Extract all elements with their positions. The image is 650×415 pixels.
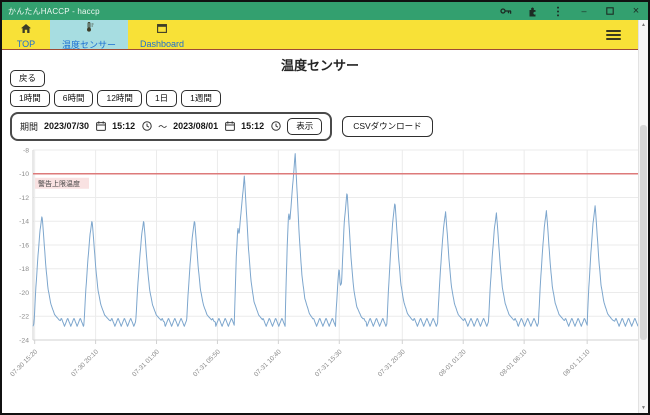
y-axis-tick-label: -18 [19,266,29,273]
start-time-field[interactable]: 15:12 [112,121,135,131]
end-time-field[interactable]: 15:12 [241,121,264,131]
temperature-chart[interactable]: -8 -10 -12 -14 -16 -18 -20 -22 -24 07-30 15:20 07-… [6,142,642,402]
calendar-icon[interactable] [95,121,106,132]
close-button[interactable]: × [630,5,642,17]
x-axis-tick-label: 07-31 05:50 [192,348,222,378]
range-button-1d[interactable]: 1日 [146,90,177,107]
page-title: 温度センサー [2,55,638,74]
maximize-button[interactable] [604,5,616,17]
x-axis-tick-label: 07-30 15:20 [9,348,39,378]
y-axis-tick-label: -24 [19,337,29,344]
page-scrollbar[interactable]: ▲ ▼ [638,20,648,413]
window-titlebar: かんたんHACCP - haccp – × [2,2,648,20]
nav-tab-temperature-sensor[interactable]: 温度センサー [50,20,128,49]
clock-icon[interactable] [270,121,281,132]
scroll-up-button[interactable]: ▲ [641,20,646,30]
period-label: 期間 [20,120,38,133]
x-axis-tick-label: 07-31 01:00 [131,348,161,378]
range-button-1h[interactable]: 1時間 [10,90,50,107]
warning-limit-label: 警告上限温度 [38,179,80,188]
nav-tab-label: Dashboard [140,39,184,49]
x-axis-tick-label: 07-31 15:30 [314,348,344,378]
show-button[interactable]: 表示 [287,118,322,135]
range-button-1w[interactable]: 1週間 [181,90,221,107]
x-axis-tick-label: 08-01 11:10 [562,348,592,378]
calendar-icon[interactable] [224,121,235,132]
y-axis-tick-label: -14 [19,219,29,226]
clock-icon[interactable] [141,121,152,132]
x-axis-tick-label: 07-31 20:30 [377,348,407,378]
start-date-field[interactable]: 2023/07/30 [44,121,89,131]
scrollbar-thumb[interactable] [640,125,647,340]
nav-tab-dashboard[interactable]: Dashboard [128,20,196,49]
browser-menu-kebab-icon[interactable] [552,5,564,17]
x-axis-tick-label: 07-30 20:10 [70,348,100,378]
csv-download-button[interactable]: CSVダウンロード [342,116,432,137]
extensions-puzzle-icon[interactable] [526,5,538,17]
tilde-separator: ～ [158,120,167,133]
scrollbar-track[interactable] [639,30,648,403]
y-axis-tick-label: -20 [19,290,29,297]
range-button-6h[interactable]: 6時間 [54,90,94,107]
hamburger-menu-button[interactable] [603,27,624,43]
y-axis-tick-label: -8 [23,147,29,154]
y-axis-tick-label: -10 [19,171,29,178]
y-axis-tick-label: -22 [19,314,29,321]
app-window: かんたんHACCP - haccp – × TOP [0,0,650,415]
thermometer-icon [84,19,94,37]
minimize-button[interactable]: – [578,5,590,17]
period-row: 期間 2023/07/30 15:12 ～ 2023/08/01 15:12 [10,112,433,141]
x-axis-tick-label: 08-01 01:20 [438,348,468,378]
temperature-chart-svg[interactable]: -8 -10 -12 -14 -16 -18 -20 -22 -24 07-30 15:20 07-… [6,142,642,402]
range-preset-row: 1時間 6時間 12時間 1日 1週間 [10,90,221,107]
main-content: 温度センサー 戻る 1時間 6時間 12時間 1日 1週間 期間 2023/07… [2,50,638,413]
nav-tab-top[interactable]: TOP [2,20,50,49]
dashboard-icon [157,20,167,38]
y-axis-tick-label: -12 [19,195,29,202]
home-icon [21,20,31,38]
x-axis-tick-label: 08-01 06:10 [499,348,529,378]
nav-tab-label: 温度センサー [62,38,116,51]
back-button[interactable]: 戻る [10,70,45,87]
range-button-12h[interactable]: 12時間 [97,90,141,107]
period-box: 期間 2023/07/30 15:12 ～ 2023/08/01 15:12 [10,112,332,141]
key-icon[interactable] [500,5,512,17]
x-axis-tick-label: 07-31 10:40 [253,348,283,378]
nav-tab-label: TOP [17,39,35,49]
end-date-field[interactable]: 2023/08/01 [173,121,218,131]
window-title: かんたんHACCP - haccp [8,6,100,17]
temperature-series-line [33,154,638,327]
scroll-down-button[interactable]: ▼ [641,403,646,413]
nav-bar: TOP 温度センサー Dashboard [2,20,638,50]
y-axis-tick-label: -16 [19,242,29,249]
